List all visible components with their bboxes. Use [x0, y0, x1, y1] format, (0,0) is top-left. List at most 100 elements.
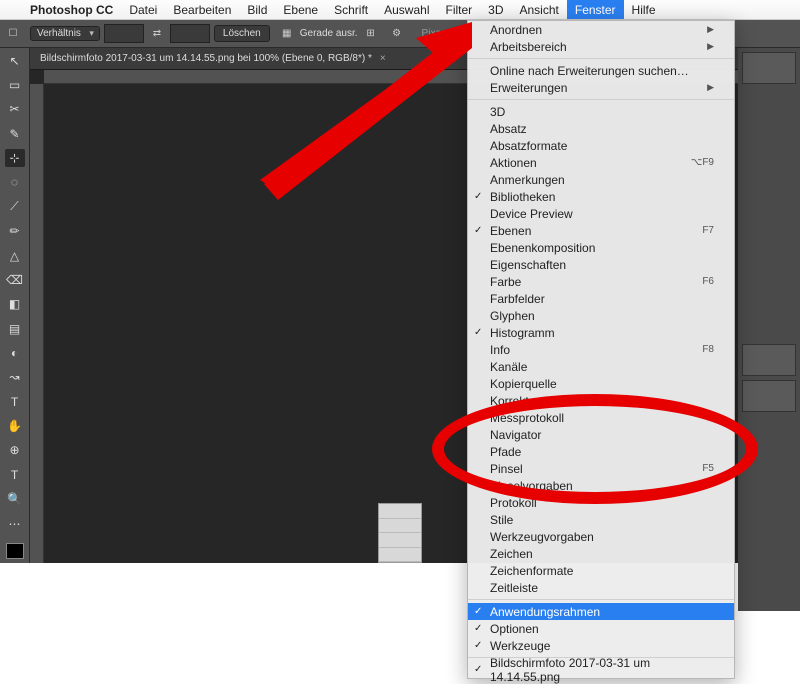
menuitem-glyphen[interactable]: Glyphen — [468, 307, 734, 324]
menuitem-navigator[interactable]: Navigator — [468, 426, 734, 443]
menu-hilfe[interactable]: Hilfe — [624, 0, 664, 19]
menuitem-online-nach-erweiterungen-suchen-[interactable]: Online nach Erweiterungen suchen… — [468, 62, 734, 79]
straighten-icon[interactable]: ▦ — [278, 25, 296, 43]
menuitem-pinsel[interactable]: PinselF5 — [468, 460, 734, 477]
menuitem-anordnen[interactable]: Anordnen▶ — [468, 21, 734, 38]
close-icon[interactable]: × — [380, 53, 386, 64]
menuitem-absatzformate[interactable]: Absatzformate — [468, 137, 734, 154]
menu-datei[interactable]: Datei — [121, 0, 165, 19]
tool-zoom[interactable]: 🔍 — [5, 490, 25, 507]
menuitem-anwendungsrahmen[interactable]: ✓ Anwendungsrahmen — [468, 603, 734, 620]
tool-lasso[interactable]: ✂ — [5, 101, 25, 118]
submenu-icon: ▶ — [707, 82, 714, 93]
menuitem-ebenenkomposition[interactable]: Ebenenkomposition — [468, 239, 734, 256]
tool-heal[interactable]: ⟋ — [5, 198, 25, 215]
tool-blur[interactable]: ▤ — [5, 320, 25, 337]
ratio-dropdown[interactable]: Verhältnis — [30, 26, 100, 41]
tool-move[interactable]: ↖ — [5, 52, 25, 69]
menuitem-ebenen[interactable]: ✓EbenenF7 — [468, 222, 734, 239]
ratio-width-input[interactable] — [104, 24, 144, 43]
ratio-height-input[interactable] — [170, 24, 210, 43]
menuitem-label: Anwendungsrahmen — [490, 605, 600, 619]
menuitem-kopierquelle[interactable]: Kopierquelle — [468, 375, 734, 392]
menu-bearbeiten[interactable]: Bearbeiten — [165, 0, 239, 19]
tool-pen[interactable]: ↝ — [5, 369, 25, 386]
menuitem-pfade[interactable]: Pfade — [468, 443, 734, 460]
menuitem-farbe[interactable]: FarbeF6 — [468, 273, 734, 290]
gear-icon[interactable]: ⚙ — [388, 25, 406, 43]
menuitem-info[interactable]: InfoF8 — [468, 341, 734, 358]
tool-shape[interactable]: ⊕ — [5, 442, 25, 459]
menuitem-label: Arbeitsbereich — [490, 40, 567, 54]
menu-schrift[interactable]: Schrift — [326, 0, 376, 19]
menuitem-zeitleiste[interactable]: Zeitleiste — [468, 579, 734, 596]
menuitem-pinselvorgaben[interactable]: Pinselvorgaben — [468, 477, 734, 494]
check-icon: ✓ — [474, 623, 482, 634]
menuitem-zeichen[interactable]: Zeichen — [468, 545, 734, 562]
menuitem-arbeitsbereich[interactable]: Arbeitsbereich▶ — [468, 38, 734, 55]
menuitem-label: Anmerkungen — [490, 173, 565, 187]
tool-brush[interactable]: ✏ — [5, 223, 25, 240]
menu-ansicht[interactable]: Ansicht — [512, 0, 567, 19]
menuitem-bildschirmfoto-2017-03-31-um-14-14-55-png[interactable]: ✓Bildschirmfoto 2017-03-31 um 14.14.55.p… — [468, 661, 734, 678]
swap-icon[interactable]: ⇄ — [148, 25, 166, 43]
color-swatch[interactable] — [6, 543, 24, 559]
grid-icon[interactable]: ⊞ — [362, 25, 380, 43]
menuitem-werkzeuge[interactable]: ✓Werkzeuge — [468, 637, 734, 654]
menuitem-protokoll[interactable]: Protokoll — [468, 494, 734, 511]
menuitem-label: Stile — [490, 513, 513, 527]
menuitem-label: Kopierquelle — [490, 377, 557, 391]
check-icon: ✓ — [474, 225, 482, 236]
tool-eyedropper[interactable]: ◌ — [5, 174, 25, 191]
menuitem-stile[interactable]: Stile — [468, 511, 734, 528]
tool-more[interactable]: ⋯ — [5, 515, 25, 532]
menu-auswahl[interactable]: Auswahl — [376, 0, 437, 19]
tool-stamp[interactable]: △ — [5, 247, 25, 264]
menuitem-erweiterungen[interactable]: Erweiterungen▶ — [468, 79, 734, 96]
menu-ebene[interactable]: Ebene — [275, 0, 326, 19]
menuitem-zeichenformate[interactable]: Zeichenformate — [468, 562, 734, 579]
tool-hand[interactable]: T — [5, 466, 25, 483]
mini-panel-1[interactable] — [742, 52, 796, 84]
menuitem-label: Pinselvorgaben — [490, 479, 573, 493]
mini-panel-3[interactable] — [742, 380, 796, 412]
menuitem-label: Pfade — [490, 445, 521, 459]
tool-crop[interactable]: ⊹ — [5, 149, 25, 166]
menuitem-kan-le[interactable]: Kanäle — [468, 358, 734, 375]
check-icon: ✓ — [474, 606, 482, 617]
menuitem-werkzeugvorgaben[interactable]: Werkzeugvorgaben — [468, 528, 734, 545]
menu-bild[interactable]: Bild — [239, 0, 275, 19]
menuitem-eigenschaften[interactable]: Eigenschaften — [468, 256, 734, 273]
menu-filter[interactable]: Filter — [437, 0, 480, 19]
menuitem-farbfelder[interactable]: Farbfelder — [468, 290, 734, 307]
tool-dodge[interactable]: ◐ — [5, 344, 25, 361]
menuitem-anmerkungen[interactable]: Anmerkungen — [468, 171, 734, 188]
tool-path[interactable]: ✋ — [5, 417, 25, 434]
mini-panel-2[interactable] — [742, 344, 796, 376]
menuitem-messprotokoll[interactable]: Messprotokoll — [468, 409, 734, 426]
tool-wand[interactable]: ✎ — [5, 125, 25, 142]
menuitem-korrekturen[interactable]: Korrekturen — [468, 392, 734, 409]
shortcut-label: F6 — [702, 276, 714, 287]
ruler-vertical[interactable] — [30, 84, 44, 563]
menuitem-label: Werkzeugvorgaben — [490, 530, 594, 544]
tool-marquee[interactable]: ▭ — [5, 76, 25, 93]
crop-tool-icon[interactable]: ☐ — [4, 25, 22, 43]
menuitem-label: Messprotokoll — [490, 411, 564, 425]
menuitem-histogramm[interactable]: ✓Histogramm — [468, 324, 734, 341]
tool-gradient[interactable]: ◧ — [5, 296, 25, 313]
tool-eraser[interactable]: ⌫ — [5, 271, 25, 288]
menu-3d[interactable]: 3D — [480, 0, 511, 19]
menuitem-bibliotheken[interactable]: ✓Bibliotheken — [468, 188, 734, 205]
menuitem-aktionen[interactable]: Aktionen⌥F9 — [468, 154, 734, 171]
menuitem-device-preview[interactable]: Device Preview — [468, 205, 734, 222]
app-name[interactable]: Photoshop CC — [22, 3, 121, 17]
document-tab-title: Bildschirmfoto 2017-03-31 um 14.14.55.pn… — [40, 53, 372, 64]
menuitem-absatz[interactable]: Absatz — [468, 120, 734, 137]
clear-button[interactable]: Löschen — [214, 25, 270, 42]
menuitem-label: Zeitleiste — [490, 581, 538, 595]
menu-fenster[interactable]: Fenster — [567, 0, 624, 19]
menuitem-3d[interactable]: 3D — [468, 103, 734, 120]
tool-type[interactable]: T — [5, 393, 25, 410]
menuitem-optionen[interactable]: ✓Optionen — [468, 620, 734, 637]
